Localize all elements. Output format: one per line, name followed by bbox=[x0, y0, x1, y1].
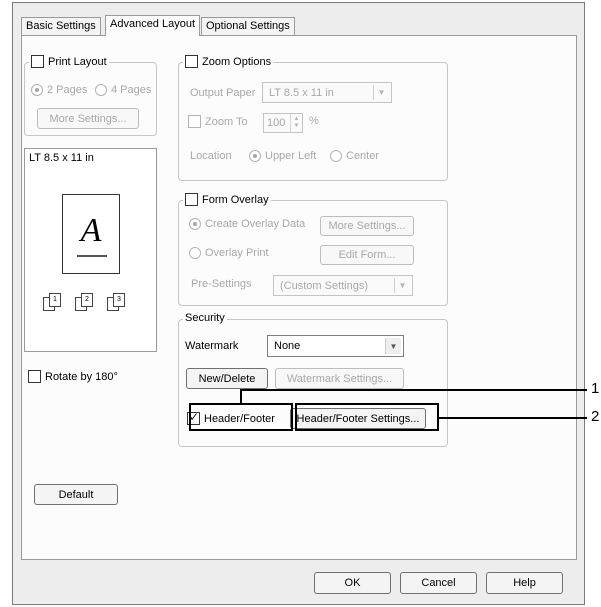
radio-overlay-print-label: Overlay Print bbox=[205, 247, 269, 259]
zoom-percent-value: 100 bbox=[267, 117, 286, 129]
callout-leader-1 bbox=[240, 389, 587, 391]
presettings-select[interactable]: (Custom Settings) ▼ bbox=[273, 275, 413, 296]
zoom-to-checkbox[interactable] bbox=[188, 115, 201, 128]
chevron-down-icon: ▼ bbox=[385, 338, 401, 354]
cancel-button[interactable]: Cancel bbox=[400, 572, 477, 594]
watermark-value: None bbox=[274, 340, 301, 352]
preview-sample-letter: A bbox=[80, 212, 102, 249]
copy-1-icon: 1 bbox=[43, 293, 71, 311]
watermark-label: Watermark bbox=[185, 340, 239, 352]
print-layout-label: Print Layout bbox=[48, 55, 107, 68]
preview-paper-label: LT 8.5 x 11 in bbox=[29, 152, 94, 164]
print-layout-group: Print Layout 2 Pages 4 Pages More Settin… bbox=[24, 55, 157, 136]
tab-panel: Print Layout 2 Pages 4 Pages More Settin… bbox=[21, 35, 577, 560]
callout-number-1: 1 bbox=[591, 380, 600, 397]
zoom-options-checkbox[interactable] bbox=[185, 55, 198, 68]
zoom-options-legend[interactable]: Zoom Options bbox=[183, 55, 274, 68]
output-paper-value: LT 8.5 x 11 in bbox=[269, 86, 334, 99]
radio-2-pages[interactable]: 2 Pages bbox=[31, 84, 87, 96]
tab-basic-settings[interactable]: Basic Settings bbox=[21, 17, 101, 35]
ok-button[interactable]: OK bbox=[314, 572, 391, 594]
radio-center-dot bbox=[330, 150, 342, 162]
radio-upper-left-label: Upper Left bbox=[265, 150, 317, 162]
watermark-select[interactable]: None ▼ bbox=[267, 335, 404, 357]
advanced-layout-dialog: Basic Settings Advanced Layout Optional … bbox=[12, 2, 585, 605]
callout-number-2: 2 bbox=[591, 408, 600, 425]
rotate-180-label: Rotate by 180° bbox=[45, 370, 118, 383]
output-paper-label: Output Paper bbox=[190, 87, 256, 99]
zoom-options-label: Zoom Options bbox=[202, 55, 272, 68]
tab-advanced-layout[interactable]: Advanced Layout bbox=[105, 15, 201, 36]
radio-center[interactable]: Center bbox=[330, 150, 379, 162]
copy-2-icon: 2 bbox=[75, 293, 103, 311]
radio-center-label: Center bbox=[346, 150, 380, 162]
zoom-percent-input[interactable]: 100 ▲ ▼ bbox=[263, 113, 303, 133]
radio-4-pages-dot bbox=[95, 84, 107, 96]
radio-create-overlay-label: Create Overlay Data bbox=[205, 218, 306, 230]
zoom-to-label: Zoom To bbox=[205, 115, 248, 128]
watermark-settings-button[interactable]: Watermark Settings... bbox=[275, 368, 404, 389]
radio-4-pages-label: 4 Pages bbox=[111, 84, 152, 96]
radio-create-overlay[interactable]: Create Overlay Data bbox=[189, 218, 305, 230]
preview-page: A bbox=[62, 194, 120, 274]
callout-leader-2 bbox=[439, 417, 587, 419]
print-layout-more-settings-button[interactable]: More Settings... bbox=[37, 108, 139, 129]
callout-leader-1-vertical bbox=[240, 389, 242, 403]
rotate-180-checkbox[interactable] bbox=[28, 370, 41, 383]
new-delete-button[interactable]: New/Delete bbox=[186, 368, 268, 389]
form-overlay-legend[interactable]: Form Overlay bbox=[183, 193, 271, 206]
presettings-value: (Custom Settings) bbox=[280, 279, 369, 292]
overlay-more-settings-button[interactable]: More Settings... bbox=[320, 216, 414, 236]
form-overlay-checkbox[interactable] bbox=[185, 193, 198, 206]
output-paper-select[interactable]: LT 8.5 x 11 in ▼ bbox=[262, 82, 392, 103]
spinner-arrows-icon[interactable]: ▲ ▼ bbox=[290, 114, 302, 132]
radio-create-overlay-dot bbox=[189, 218, 201, 230]
radio-upper-left-dot bbox=[249, 150, 261, 162]
zoom-to-option[interactable]: Zoom To bbox=[188, 115, 248, 128]
preview-underline bbox=[77, 255, 107, 257]
chevron-down-icon: ▼ bbox=[373, 85, 389, 100]
radio-upper-left[interactable]: Upper Left bbox=[249, 150, 316, 162]
radio-2-pages-dot bbox=[31, 84, 43, 96]
tab-optional-settings[interactable]: Optional Settings bbox=[201, 17, 295, 35]
security-legend: Security bbox=[183, 312, 227, 324]
edit-form-button[interactable]: Edit Form... bbox=[320, 245, 414, 265]
copy-3-icon: 3 bbox=[107, 293, 135, 311]
zoom-options-group: Zoom Options Output Paper LT 8.5 x 11 in… bbox=[178, 55, 448, 181]
print-layout-checkbox[interactable] bbox=[31, 55, 44, 68]
print-layout-legend[interactable]: Print Layout bbox=[29, 55, 109, 68]
default-button[interactable]: Default bbox=[34, 484, 118, 505]
collate-copies-icon: 1 2 3 bbox=[43, 293, 135, 311]
callout-box-1 bbox=[189, 403, 293, 431]
chevron-down-icon: ▼ bbox=[394, 278, 410, 293]
radio-overlay-print-dot bbox=[189, 247, 201, 259]
presettings-label: Pre-Settings bbox=[191, 278, 252, 290]
location-label: Location bbox=[190, 150, 232, 162]
help-button[interactable]: Help bbox=[486, 572, 563, 594]
form-overlay-label: Form Overlay bbox=[202, 193, 269, 206]
form-overlay-group: Form Overlay Create Overlay Data More Se… bbox=[178, 193, 448, 306]
rotate-180-option[interactable]: Rotate by 180° bbox=[28, 370, 118, 383]
layout-preview: LT 8.5 x 11 in A 1 2 3 bbox=[24, 148, 157, 352]
percent-sign: % bbox=[309, 115, 319, 127]
radio-2-pages-label: 2 Pages bbox=[47, 84, 88, 96]
radio-4-pages[interactable]: 4 Pages bbox=[95, 84, 151, 96]
radio-overlay-print[interactable]: Overlay Print bbox=[189, 247, 269, 259]
callout-box-2 bbox=[295, 403, 439, 431]
security-label: Security bbox=[185, 312, 225, 324]
